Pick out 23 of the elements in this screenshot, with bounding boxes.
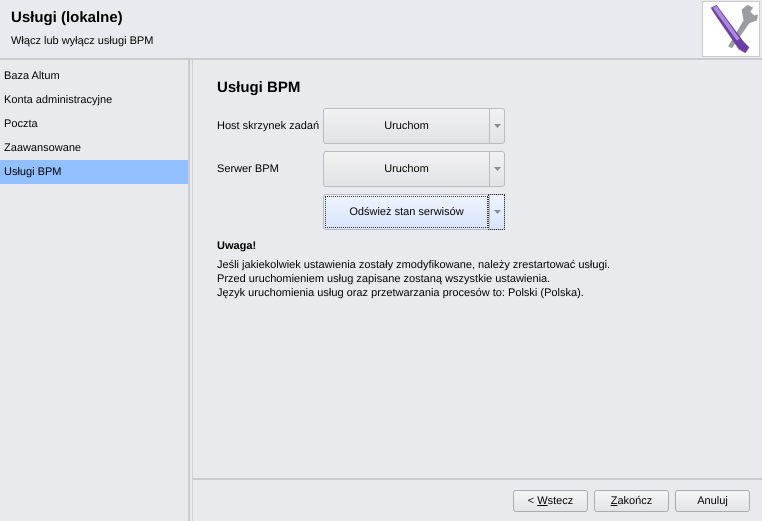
note-text: Przed uruchomieniem usług zapisane zostaną wszystkie ustawienia. <box>217 272 552 286</box>
page-subtitle: Włącz lub wyłącz usługi BPM <box>11 35 154 47</box>
sidebar-item[interactable]: Poczta <box>0 112 188 136</box>
sidebar-item[interactable]: Konta administracyjne <box>0 88 188 112</box>
caret-icon <box>494 124 500 128</box>
page-title: Usługi (lokalne) <box>11 9 124 27</box>
sidebar-item[interactable]: Usługi BPM <box>0 160 188 184</box>
dropdown-button[interactable] <box>489 109 504 143</box>
dropdown-button[interactable] <box>489 195 504 229</box>
sidebar-item[interactable]: Baza Altum <box>0 64 188 88</box>
field-label: Host skrzynek zadań <box>217 120 320 132</box>
dialog-button[interactable]: Anuluj <box>675 490 750 512</box>
section-heading: Usługi BPM <box>217 79 302 97</box>
caret-icon <box>494 167 500 171</box>
dialog-button[interactable]: Zakończ <box>594 490 669 512</box>
caret-icon <box>494 210 500 214</box>
sidebar-item[interactable]: Zaawansowane <box>0 136 188 160</box>
note-text: Jeśli jakiekolwiek ustawienia zostały zmodyfikowane, należy zrestartować usługi. <box>217 258 612 272</box>
field-label: Serwer BPM <box>217 163 280 175</box>
note-title: Uwaga! <box>217 240 258 252</box>
note-text: Język uruchomienia usług oraz przetwarzania procesów to: Polski (Polska). <box>217 286 585 300</box>
dropdown-button[interactable] <box>489 152 504 186</box>
dialog-button[interactable]: < Wstecz <box>513 490 588 512</box>
